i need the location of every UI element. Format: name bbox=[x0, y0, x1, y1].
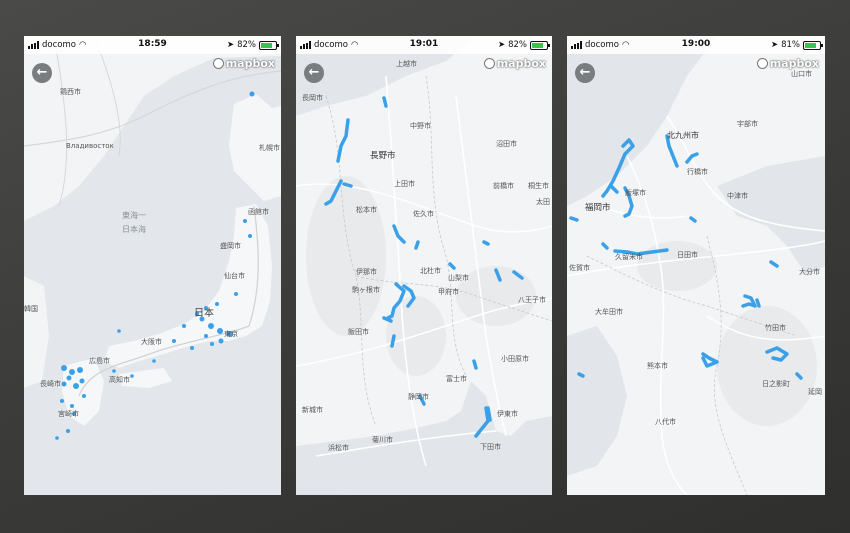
map-label: 山口市 bbox=[791, 69, 812, 78]
map-label: 伊東市 bbox=[497, 409, 518, 418]
map-label: 函館市 bbox=[248, 207, 269, 216]
map-screen-japan[interactable]: 鶏西市 Владивосток 札幌市 東海一 日本海 函館市 盛岡市 仙台市 … bbox=[24, 36, 281, 495]
map-label: 日田市 bbox=[677, 250, 698, 259]
map-label: 行橋市 bbox=[687, 167, 708, 176]
map-screen-kyushu[interactable]: 山口市 宇部市 北九州市 行橋市 福岡市 飯塚市 中津市 久留米市 日田市 佐賀… bbox=[567, 36, 825, 495]
map-label: 下田市 bbox=[480, 442, 501, 451]
map-label: 上越市 bbox=[396, 59, 417, 68]
map-label: 松本市 bbox=[356, 205, 377, 214]
map-label: 小田原市 bbox=[501, 354, 529, 363]
map-label: 前橋市 bbox=[493, 181, 514, 190]
map-label: 佐久市 bbox=[413, 209, 434, 218]
status-bar: docomo ◠ 18:59 ➤ 82% bbox=[24, 36, 281, 54]
map-label: 長野市 bbox=[370, 150, 396, 161]
map-label: 大牟田市 bbox=[595, 307, 623, 316]
map-label: 盛岡市 bbox=[220, 241, 241, 250]
map-canvas[interactable]: 上越市 長岡市 中野市 長野市 沼田市 上田市 前橋市 桐生市 太田 松本市 佐… bbox=[296, 36, 552, 495]
map-label: 山梨市 bbox=[448, 273, 469, 282]
map-label: 長崎市 bbox=[40, 379, 61, 388]
map-label: 富士市 bbox=[446, 374, 467, 383]
mapbox-wordmark: mapbox bbox=[769, 57, 819, 70]
map-label: 仙台市 bbox=[224, 271, 245, 280]
mapbox-wordmark: mapbox bbox=[496, 57, 546, 70]
map-label: 八王子市 bbox=[518, 295, 546, 304]
map-label: 日本 bbox=[194, 306, 214, 319]
map-label: 飯塚市 bbox=[625, 188, 646, 197]
back-button[interactable]: ← bbox=[304, 63, 324, 83]
map-label: 東京 bbox=[224, 329, 238, 338]
map-label: 札幌市 bbox=[259, 143, 280, 152]
map-label: 東海一 bbox=[122, 210, 146, 220]
status-bar: docomo ◠ 19:01 ➤ 82% bbox=[296, 36, 552, 54]
map-label: 大阪市 bbox=[141, 337, 162, 346]
location-arrow-icon: ➤ bbox=[226, 40, 235, 50]
map-label: 韓国 bbox=[24, 304, 38, 313]
map-label: 菊川市 bbox=[372, 435, 393, 444]
map-label: 熊本市 bbox=[647, 361, 668, 370]
mapbox-icon bbox=[483, 58, 495, 69]
mapbox-logo: mapbox bbox=[756, 57, 819, 70]
status-bar: docomo ◠ 19:00 ➤ 81% bbox=[567, 36, 825, 54]
map-label: 宮崎市 bbox=[58, 409, 79, 418]
map-label: 佐賀市 bbox=[569, 263, 590, 272]
map-label: 甲府市 bbox=[438, 287, 459, 296]
map-label: Владивосток bbox=[66, 142, 114, 150]
map-label: 長岡市 bbox=[302, 93, 323, 102]
map-label: 竹田市 bbox=[765, 323, 786, 332]
back-arrow-icon: ← bbox=[579, 65, 591, 80]
back-arrow-icon: ← bbox=[36, 65, 48, 80]
battery-percent: 81% bbox=[781, 40, 800, 50]
map-label: 沼田市 bbox=[496, 139, 517, 148]
map-canvas[interactable]: 山口市 宇部市 北九州市 行橋市 福岡市 飯塚市 中津市 久留米市 日田市 佐賀… bbox=[567, 36, 825, 495]
map-label: 中津市 bbox=[727, 191, 748, 200]
battery-percent: 82% bbox=[508, 40, 527, 50]
map-label: 高知市 bbox=[109, 375, 130, 384]
battery-icon bbox=[803, 40, 823, 50]
map-label: 浜松市 bbox=[328, 443, 349, 452]
map-label: 久留米市 bbox=[615, 252, 643, 261]
map-label: 伊那市 bbox=[356, 267, 377, 276]
mapbox-logo: mapbox bbox=[483, 57, 546, 70]
map-label: 北九州市 bbox=[667, 130, 699, 140]
location-arrow-icon: ➤ bbox=[770, 40, 779, 50]
location-arrow-icon: ➤ bbox=[497, 40, 506, 50]
map-label: 鶏西市 bbox=[60, 87, 81, 96]
battery-icon bbox=[259, 40, 279, 50]
back-arrow-icon: ← bbox=[308, 65, 320, 80]
map-label: 北杜市 bbox=[420, 266, 441, 275]
map-label: 中野市 bbox=[410, 121, 431, 130]
map-label: 新城市 bbox=[302, 405, 323, 414]
mapbox-logo: mapbox bbox=[212, 57, 275, 70]
battery-icon bbox=[530, 40, 550, 50]
mapbox-wordmark: mapbox bbox=[225, 57, 275, 70]
map-screen-chubu[interactable]: 上越市 長岡市 中野市 長野市 沼田市 上田市 前橋市 桐生市 太田 松本市 佐… bbox=[296, 36, 552, 495]
map-label: 桐生市 bbox=[528, 181, 549, 190]
map-label: 日之影町 bbox=[762, 379, 790, 388]
map-label: 宇部市 bbox=[737, 119, 758, 128]
map-label: 福岡市 bbox=[585, 202, 611, 213]
map-label: 静岡市 bbox=[408, 392, 429, 401]
map-label: 上田市 bbox=[394, 179, 415, 188]
map-label: 飯田市 bbox=[348, 327, 369, 336]
back-button[interactable]: ← bbox=[575, 63, 595, 83]
map-label: 広島市 bbox=[89, 356, 110, 365]
battery-percent: 82% bbox=[237, 40, 256, 50]
map-label: 大分市 bbox=[799, 267, 820, 276]
map-label: 太田 bbox=[536, 197, 550, 206]
map-label: 駒ヶ根市 bbox=[352, 285, 380, 294]
back-button[interactable]: ← bbox=[32, 63, 52, 83]
mapbox-icon bbox=[212, 58, 224, 69]
mapbox-icon bbox=[756, 58, 768, 69]
map-label: 八代市 bbox=[655, 417, 676, 426]
map-canvas[interactable]: 鶏西市 Владивосток 札幌市 東海一 日本海 函館市 盛岡市 仙台市 … bbox=[24, 36, 281, 495]
map-label: 延岡 bbox=[808, 387, 822, 396]
map-label: 日本海 bbox=[122, 224, 146, 234]
